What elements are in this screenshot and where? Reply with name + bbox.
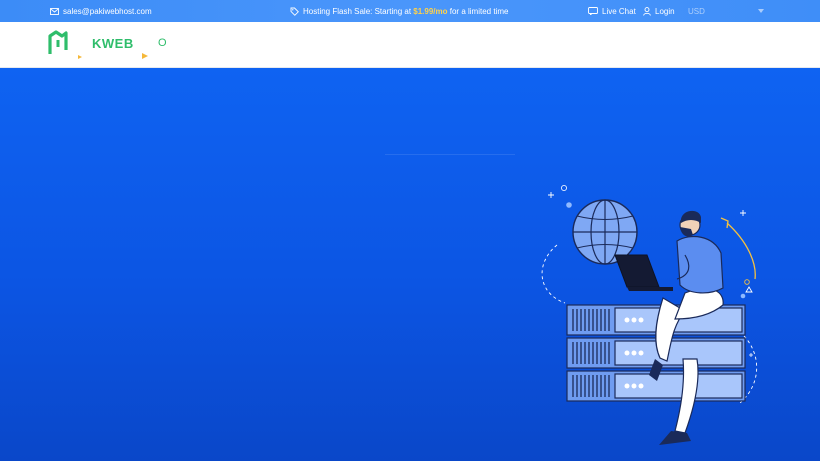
logo-tail: O xyxy=(158,37,167,49)
main-navbar: KWEB O xyxy=(0,22,820,68)
live-chat-link[interactable]: Live Chat xyxy=(588,0,636,22)
promo-price: $1.99/mo xyxy=(413,6,448,16)
logo-accent-icon xyxy=(142,53,148,59)
hero-illustration xyxy=(535,183,770,461)
chat-icon xyxy=(588,7,598,15)
currency-select[interactable]: USD xyxy=(688,0,764,22)
top-bar: sales@pakiwebhost.com Hosting Flash Sale… xyxy=(0,0,820,22)
currency-value: USD xyxy=(688,6,705,16)
live-chat-label: Live Chat xyxy=(602,6,636,16)
user-icon xyxy=(643,6,651,16)
promo-banner[interactable]: Hosting Flash Sale: Starting at $1.99/mo… xyxy=(290,0,508,22)
email-text: sales@pakiwebhost.com xyxy=(63,6,152,16)
tag-icon xyxy=(290,7,299,16)
promo-suffix: for a limited time xyxy=(447,6,509,16)
email-link[interactable]: sales@pakiwebhost.com xyxy=(50,0,152,22)
hero-section xyxy=(0,68,820,461)
hero-divider xyxy=(385,154,515,155)
logo-mark-icon xyxy=(48,30,82,59)
envelope-icon xyxy=(50,7,59,15)
logo-text: KWEB xyxy=(92,36,134,51)
server-developer-illustration xyxy=(541,184,758,445)
chevron-down-icon xyxy=(758,9,764,13)
login-label: Login xyxy=(655,6,675,16)
site-logo[interactable] xyxy=(48,30,88,60)
login-link[interactable]: Login xyxy=(643,0,675,22)
promo-prefix: Hosting Flash Sale: Starting at xyxy=(303,6,414,16)
